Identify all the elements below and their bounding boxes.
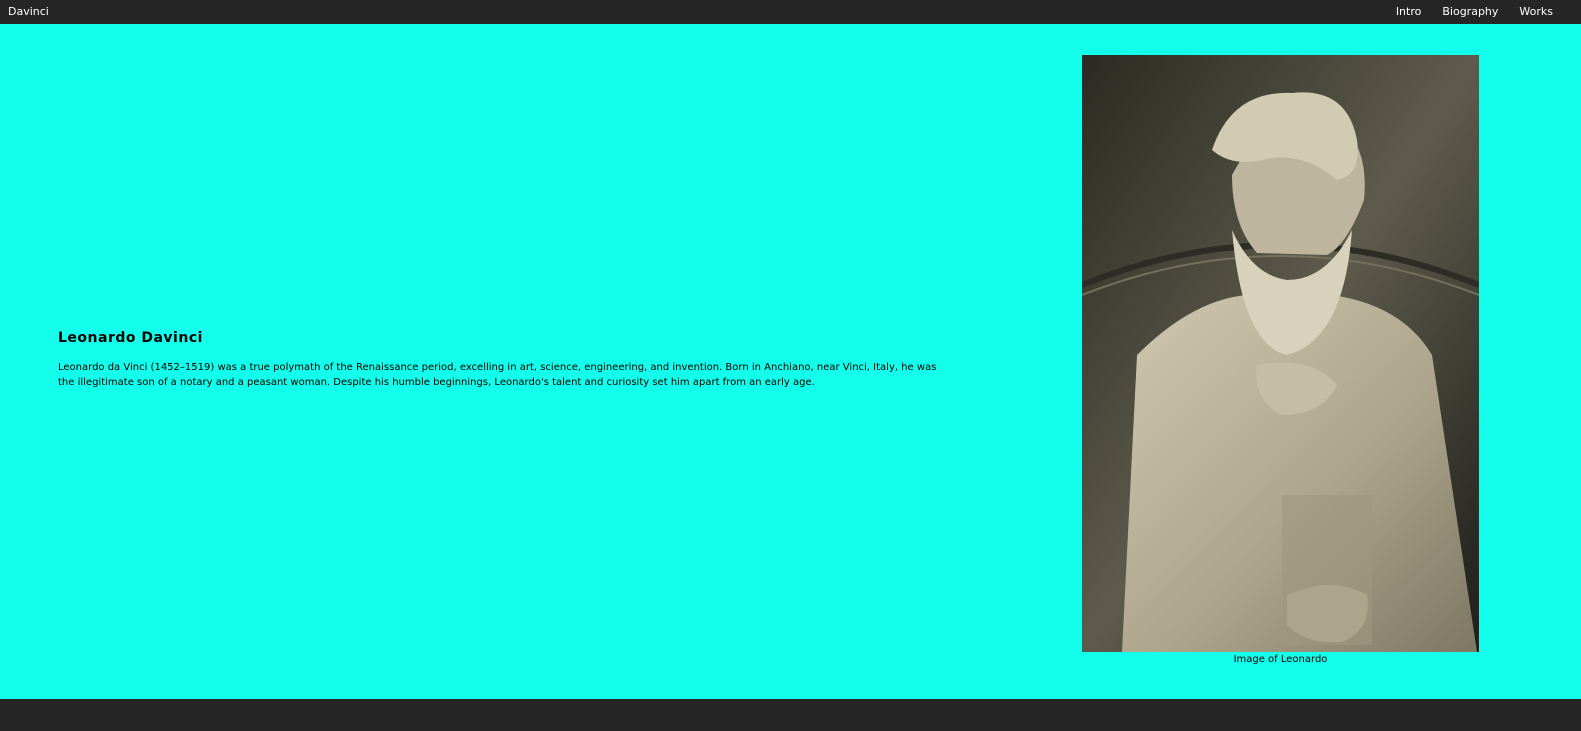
- footer-bar: [0, 699, 1581, 731]
- nav-link-biography[interactable]: Biography: [1442, 5, 1498, 18]
- page-title: Leonardo Davinci: [58, 330, 203, 346]
- nav-link-works[interactable]: Works: [1519, 5, 1553, 18]
- intro-text-block: Leonardo Davinci Leonardo da Vinci (1452…: [58, 330, 948, 390]
- intro-paragraph: Leonardo da Vinci (1452–1519) was a true…: [58, 362, 937, 388]
- nav-link-intro[interactable]: Intro: [1396, 5, 1422, 18]
- leonardo-statue-image: [1082, 55, 1479, 652]
- image-caption: Image of Leonardo: [1233, 654, 1328, 665]
- intro-section: Leonardo Davinci Leonardo da Vinci (1452…: [0, 24, 1581, 699]
- brand-link[interactable]: Davinci: [8, 5, 49, 18]
- top-navbar: Davinci Intro Biography Works: [0, 0, 1581, 24]
- portrait-figure: Image of Leonardo: [1082, 55, 1479, 665]
- nav-links: Intro Biography Works: [1396, 5, 1553, 18]
